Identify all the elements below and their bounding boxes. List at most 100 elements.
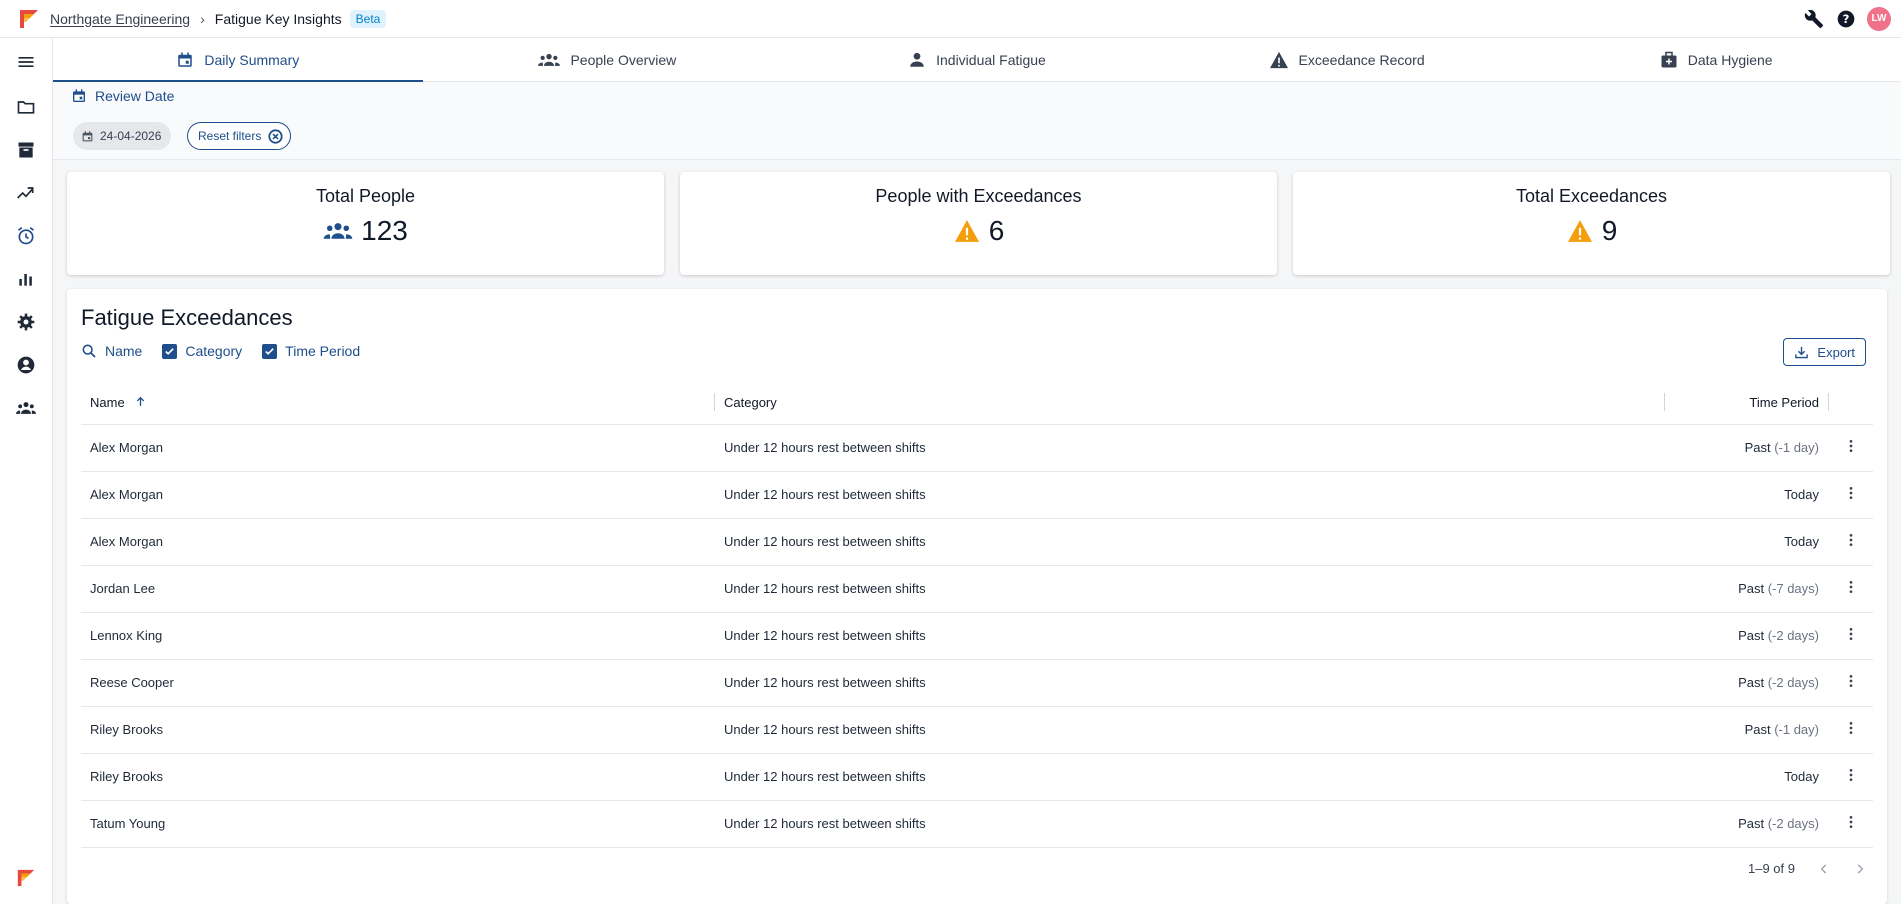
more-vert-icon[interactable] [1843,626,1859,642]
export-button[interactable]: Export [1783,338,1866,366]
chevron-left-icon[interactable] [1817,862,1831,876]
row-actions-cell [1829,471,1873,519]
people-icon [323,223,353,239]
breadcrumb-org-link[interactable]: Northgate Engineering [50,11,190,27]
column-header-label: Name [90,394,125,410]
pagination-label: 1–9 of 9 [1748,861,1795,876]
more-vert-icon[interactable] [1843,485,1859,501]
column-header-actions [1829,381,1873,425]
close-circle-icon[interactable] [267,128,284,145]
row-actions-cell [1829,518,1873,566]
cell-name: Jordan Lee [81,565,715,613]
group-icon[interactable] [12,394,40,422]
table-row[interactable]: Alex Morgan Under 12 hours rest between s… [81,424,1873,472]
pagination: 1–9 of 9 [1748,861,1867,876]
cell-category: Under 12 hours rest between shifts [715,753,1665,801]
tab-label: Individual Fatigue [936,51,1046,68]
wrench-icon[interactable] [1803,8,1825,30]
table-row[interactable]: Riley Brooks Under 12 hours rest between … [81,706,1873,754]
table-row[interactable]: Alex Morgan Under 12 hours rest between s… [81,471,1873,519]
help-icon[interactable]: ? [1835,8,1857,30]
stat-card-people-with-exceedances: People with Exceedances 6 [680,172,1277,275]
cell-category: Under 12 hours rest between shifts [715,659,1665,707]
menu-icon[interactable] [12,48,40,76]
cell-name: Alex Morgan [81,424,715,472]
sort-arrow-up-icon[interactable] [134,395,147,408]
archive-icon[interactable] [12,136,40,164]
tab-data-hygiene[interactable]: Data Hygiene [1531,38,1901,81]
table-row[interactable]: Jordan Lee Under 12 hours rest between sh… [81,565,1873,613]
category-checkbox[interactable] [162,343,178,359]
more-vert-icon[interactable] [1843,532,1859,548]
trend-icon[interactable] [12,179,40,207]
alarm-clock-icon[interactable] [12,222,40,250]
cell-time-period: Past (-2 days) [1665,800,1829,848]
search-name-label[interactable]: Name [105,343,142,359]
time-period-checkbox-label[interactable]: Time Period [285,343,360,359]
more-vert-icon[interactable] [1843,579,1859,595]
tab-label: Exceedance Record [1298,51,1425,68]
folder-icon[interactable] [12,93,40,121]
tab-people-overview[interactable]: People Overview [423,38,793,81]
row-actions-cell [1829,565,1873,613]
chevron-right-icon[interactable] [1853,862,1867,876]
panel-title: Fatigue Exceedances [81,305,293,330]
more-vert-icon[interactable] [1843,814,1859,830]
time-period-value: Past [1738,816,1765,831]
cell-name: Reese Cooper [81,659,715,707]
medical-bag-icon [1661,51,1677,67]
bar-chart-icon[interactable] [12,265,40,293]
calendar-icon [73,89,85,102]
category-checkbox-label[interactable]: Category [185,343,242,359]
download-icon [1795,346,1809,358]
table-row[interactable]: Alex Morgan Under 12 hours rest between s… [81,518,1873,566]
time-period-offset: (-1 day) [1774,722,1819,737]
stat-card-total-people: Total People 123 [67,172,664,275]
time-period-offset: (-2 days) [1767,675,1819,690]
row-actions-cell [1829,612,1873,660]
column-filter-bar: Name Category Time Period [81,343,360,359]
more-vert-icon[interactable] [1843,767,1859,783]
column-header-time-period[interactable]: Time Period [1665,381,1829,425]
tab-bar: Daily Summary People Overview Individual… [53,38,1901,82]
column-header-label: Category [724,394,777,410]
cell-category: Under 12 hours rest between shifts [715,471,1665,519]
stat-title: Total Exceedances [1515,186,1668,206]
reset-filters-chip[interactable]: Reset filters [187,122,292,150]
cell-category: Under 12 hours rest between shifts [715,612,1665,660]
cell-name: Alex Morgan [81,518,715,566]
cell-category: Under 12 hours rest between shifts [715,424,1665,472]
settings-gear-icon[interactable] [12,308,40,336]
row-actions-cell [1829,753,1873,801]
exceedances-table: Name Category Time Period Alex Morgan Und… [81,381,1873,848]
time-period-value: Past [1744,440,1771,455]
column-header-category[interactable]: Category [715,381,1665,425]
tab-individual-fatigue[interactable]: Individual Fatigue [792,38,1162,81]
tab-daily-summary[interactable]: Daily Summary [53,38,423,82]
reset-filters-label: Reset filters [198,129,262,143]
table-row[interactable]: Tatum Young Under 12 hours rest between s… [81,800,1873,848]
tab-exceedance-record[interactable]: Exceedance Record [1162,38,1532,81]
user-avatar[interactable]: LW [1867,6,1891,31]
more-vert-icon[interactable] [1843,438,1859,454]
date-filter-chip[interactable]: 24-04-2026 [73,122,172,150]
cell-name: Riley Brooks [81,706,715,754]
more-vert-icon[interactable] [1843,673,1859,689]
review-date-button[interactable]: Review Date [71,88,174,104]
cell-time-period: Past (-1 day) [1665,424,1829,472]
table-row[interactable]: Riley Brooks Under 12 hours rest between … [81,753,1873,801]
time-period-value: Today [1784,769,1819,784]
column-header-name[interactable]: Name [81,381,715,425]
search-icon[interactable] [81,343,97,359]
table-row[interactable]: Lennox King Under 12 hours rest between s… [81,612,1873,660]
warning-icon [954,220,979,242]
account-circle-icon[interactable] [12,351,40,379]
calendar-icon [178,52,193,67]
time-period-checkbox[interactable] [262,343,278,359]
table-row[interactable]: Reese Cooper Under 12 hours rest between … [81,659,1873,707]
app-logo-icon[interactable] [18,8,40,30]
more-vert-icon[interactable] [1843,720,1859,736]
left-nav-rail [0,38,53,904]
time-period-value: Past [1738,581,1765,596]
warning-icon [1269,51,1288,68]
